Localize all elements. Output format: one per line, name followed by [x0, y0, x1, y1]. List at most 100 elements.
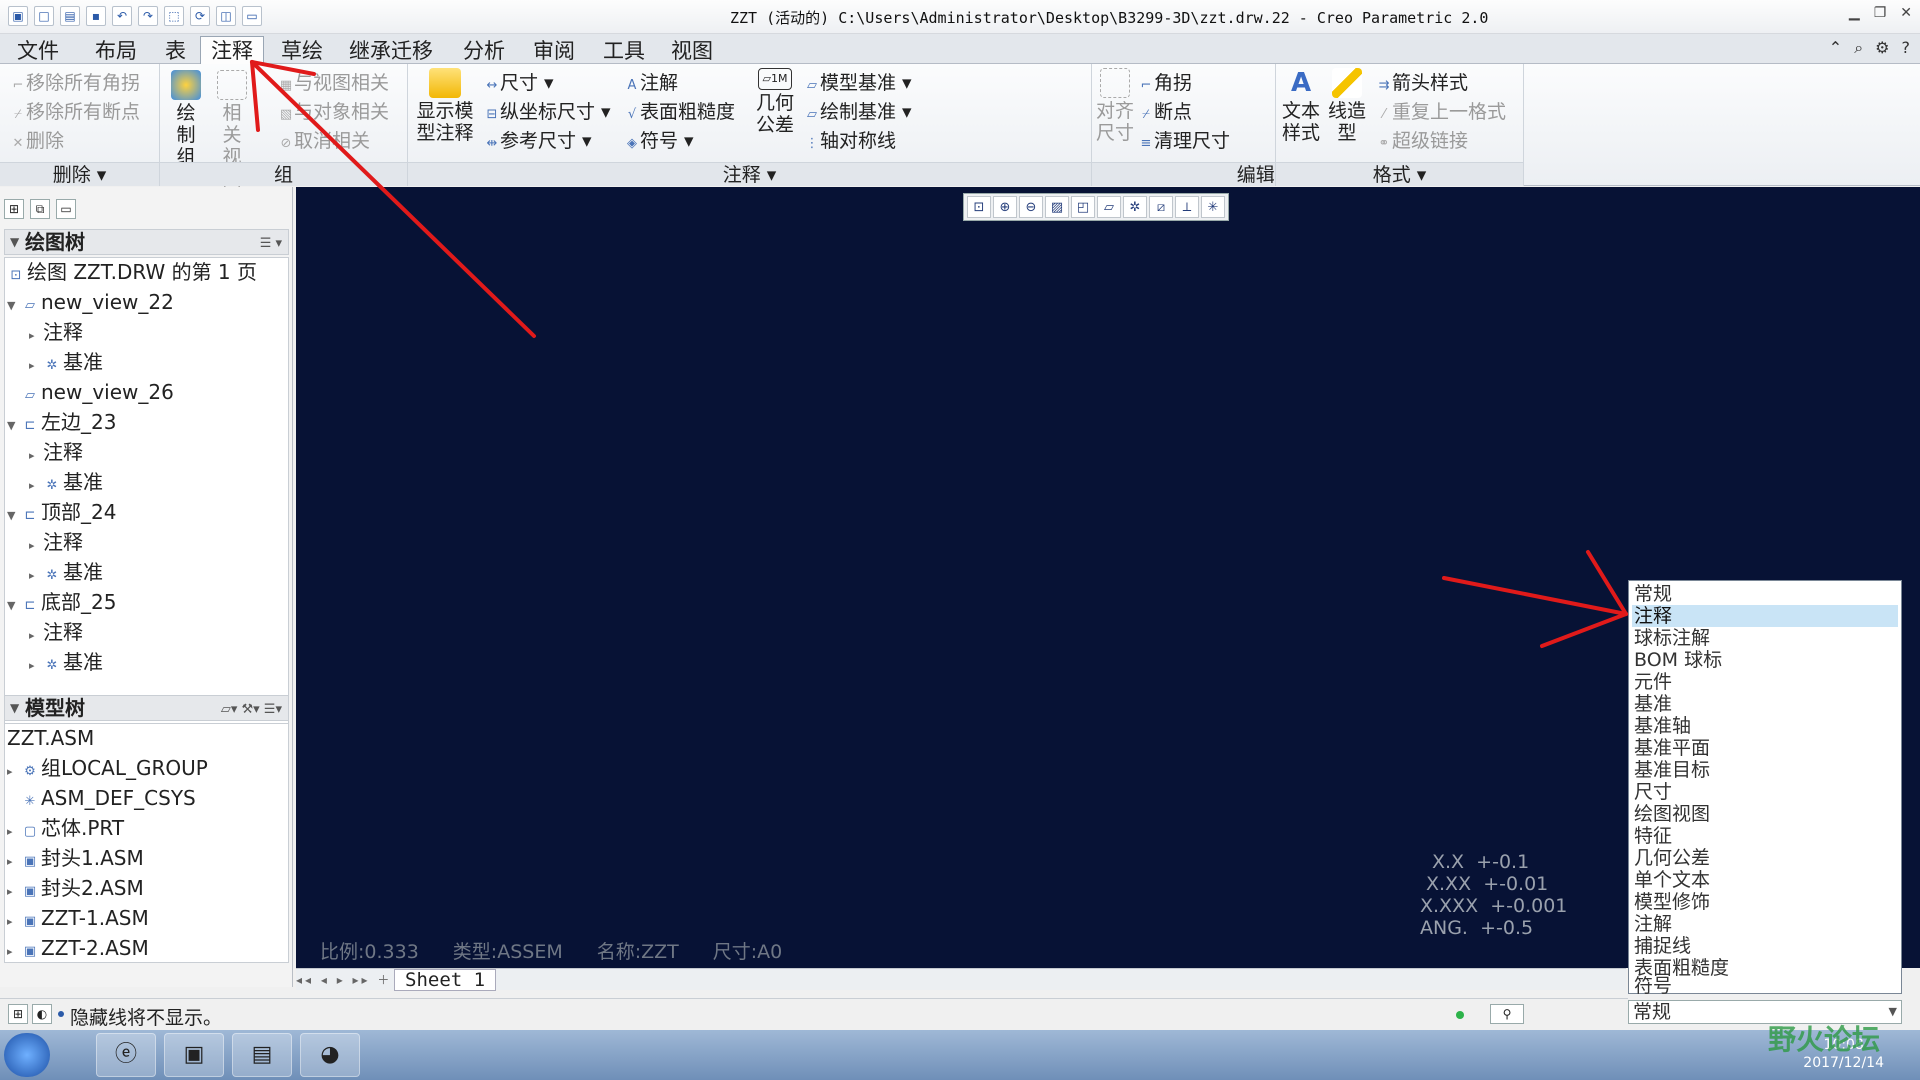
filter-option[interactable]: 基准轴	[1632, 715, 1898, 737]
group-title-delete[interactable]: 删除 ▾	[0, 162, 159, 186]
settings-icon[interactable]: ⚙	[1875, 38, 1889, 58]
tree-item[interactable]: ▸ ✲ 基准	[29, 468, 103, 497]
tree-item[interactable]: ⊡ 绘图 ZZT.DRW 的第 1 页	[7, 258, 257, 287]
model-tree-tools-icon[interactable]: ▱▾ ⚒▾ ☰▾	[221, 698, 282, 722]
layers-tab-icon[interactable]: ⧉	[30, 199, 50, 219]
filter-option[interactable]: 元件	[1632, 671, 1898, 693]
tree-item[interactable]: ▼ ⊏ 左边_23	[7, 408, 116, 437]
tree-item[interactable]: ▸ 注释	[29, 438, 83, 467]
axis-display-icon[interactable]: ⟂	[1175, 196, 1199, 218]
csys-display-icon[interactable]: ✳	[1201, 196, 1225, 218]
show-model-annotations-button[interactable]: 显示模型注释	[416, 68, 474, 144]
filter-option[interactable]: 模型修饰	[1632, 891, 1898, 913]
tree-item[interactable]: ▸ ▣ 封头2.ASM	[7, 874, 144, 903]
tree-item[interactable]: ▼ ⊏ 顶部_24	[7, 498, 116, 527]
tab-tools[interactable]: 工具	[592, 36, 656, 64]
display-style-icon[interactable]: ◰	[1071, 196, 1095, 218]
tree-item[interactable]: ▸ 注释	[29, 318, 83, 347]
datum-display-icon[interactable]: ✲	[1123, 196, 1147, 218]
group-title-format[interactable]: 格式 ▾	[1276, 162, 1523, 186]
tree-item[interactable]: ZZT.ASM	[7, 724, 94, 753]
tab-table[interactable]: 表	[154, 36, 197, 64]
remove-all-breaks-button[interactable]: ⌿ 移除所有断点	[10, 97, 140, 124]
filter-option[interactable]: 尺寸	[1632, 781, 1898, 803]
tree-item[interactable]: ▸ ⚙ 组LOCAL_GROUP	[7, 754, 208, 783]
creo-app-icon[interactable]: ▣	[164, 1033, 224, 1077]
filter-option[interactable]: 基准平面	[1632, 737, 1898, 759]
find-icon[interactable]: ⚲	[1490, 1004, 1524, 1024]
restore-icon[interactable]: ❐	[1874, 5, 1887, 21]
hyperlink-button[interactable]: ⚭ 超级链接	[1376, 126, 1468, 153]
tree-item[interactable]: ▸ ✲ 基准	[29, 558, 103, 587]
model-datum-button[interactable]: ▱ 模型基准 ▾	[804, 68, 912, 95]
line-style-button[interactable]: 线造型	[1326, 68, 1368, 144]
wechat-icon[interactable]: ◕	[300, 1033, 360, 1077]
tree-item[interactable]: ▸ ▣ ZZT-2.ASM	[7, 934, 149, 962]
filter-option[interactable]: 单个文本	[1632, 869, 1898, 891]
relate-to-object-button[interactable]: ▧与对象相关	[278, 97, 389, 124]
new-file-icon[interactable]: □	[34, 6, 54, 26]
axis-symmetry-button[interactable]: ⋮轴对称线	[804, 126, 897, 153]
filter-option[interactable]: 常规	[1632, 583, 1898, 605]
tree-item[interactable]: ▸ ▢ 芯体.PRT	[7, 814, 124, 843]
repeat-last-format-button[interactable]: ⁄ 重复上一格式	[1376, 97, 1506, 124]
folder-tab-icon[interactable]: ▭	[56, 199, 76, 219]
navigator-toggle-icon[interactable]: ⊞	[8, 1004, 28, 1024]
filter-option[interactable]: 基准目标	[1632, 759, 1898, 781]
reference-dimension-button[interactable]: ⇹ 参考尺寸 ▾	[484, 126, 592, 153]
filter-option[interactable]: 基准	[1632, 693, 1898, 715]
windows-icon[interactable]: ◫	[216, 6, 236, 26]
tree-item[interactable]: ▱ new_view_26	[7, 378, 174, 407]
ordinate-dimension-button[interactable]: ⊟ 纵坐标尺寸 ▾	[484, 97, 611, 124]
draw-group-button[interactable]: 绘制组	[168, 70, 204, 168]
sheet-navigation[interactable]: ◂◂ ◂ ▸ ▸▸ ＋	[296, 971, 392, 988]
refit-icon[interactable]: ⊡	[967, 196, 991, 218]
tab-layout[interactable]: 布局	[84, 36, 148, 64]
tree-settings-icon[interactable]: ☰ ▾	[260, 232, 282, 256]
browser-toggle-icon[interactable]: ◐	[32, 1004, 52, 1024]
arrow-style-button[interactable]: ⇉ 箭头样式	[1376, 68, 1468, 95]
tree-item[interactable]: ▼ ⊏ 底部_25	[7, 588, 116, 617]
close-icon[interactable]: ✕	[1900, 5, 1912, 21]
ie-browser-icon[interactable]: ⓔ	[96, 1033, 156, 1077]
tab-legacy-migration[interactable]: 继承迁移	[338, 36, 444, 64]
tree-item[interactable]: ▸ ▣ 封头1.ASM	[7, 844, 144, 873]
undo-icon[interactable]: ↶	[112, 6, 132, 26]
tab-review[interactable]: 审阅	[522, 36, 586, 64]
zoom-out-icon[interactable]: ⊖	[1019, 196, 1043, 218]
tree-item[interactable]: ▸ 注释	[29, 528, 83, 557]
filter-option[interactable]: BOM 球标	[1632, 649, 1898, 671]
save-icon[interactable]: ▪	[86, 6, 106, 26]
dimension-button[interactable]: ↔ 尺寸 ▾	[484, 68, 554, 95]
group-title-annotate[interactable]: 注释 ▾	[408, 162, 1091, 186]
start-button[interactable]	[4, 1033, 50, 1077]
tab-annotate[interactable]: 注释	[200, 36, 264, 64]
filter-option[interactable]: 特征	[1632, 825, 1898, 847]
filter-option[interactable]: 球标注解	[1632, 627, 1898, 649]
model-tree-tab-icon[interactable]: ⊞	[4, 199, 24, 219]
filter-option[interactable]: 绘图视图	[1632, 803, 1898, 825]
tree-item[interactable]: ▸ ▣ ZZT-1.ASM	[7, 904, 149, 933]
model-tree-header[interactable]: ▼ 模型树 ▱▾ ⚒▾ ☰▾	[4, 695, 289, 721]
delete-button[interactable]: ✕ 删除	[10, 126, 64, 153]
open-file-icon[interactable]: ▤	[60, 6, 80, 26]
layer-icon[interactable]: ▱	[1097, 196, 1121, 218]
surface-finish-button[interactable]: √ 表面粗糙度	[624, 97, 735, 124]
close-window-icon[interactable]: ▭	[242, 6, 262, 26]
text-style-button[interactable]: A 文本样式	[1280, 68, 1322, 144]
unrelate-button[interactable]: ⊘ 取消相关	[278, 126, 370, 153]
relate-to-view-button[interactable]: ▦与视图相关	[278, 68, 389, 95]
filter-option[interactable]: 注释	[1632, 605, 1898, 627]
filter-option[interactable]: 符号	[1632, 977, 1898, 996]
draft-datum-button[interactable]: ▱ 绘制基准 ▾	[804, 97, 912, 124]
tab-file[interactable]: 文件	[6, 36, 70, 64]
tab-sketch[interactable]: 草绘	[270, 36, 334, 64]
note-button[interactable]: A 注解	[624, 68, 678, 95]
minimize-icon[interactable]: ▁	[1849, 5, 1860, 21]
tree-item[interactable]: ▼ ▱ new_view_22	[7, 288, 174, 317]
tree-item[interactable]: ▸ 注释	[29, 618, 83, 647]
geometric-tolerance-button[interactable]: ▱1M 几何公差	[754, 68, 796, 136]
plane-display-icon[interactable]: ⧄	[1149, 196, 1173, 218]
tab-analysis[interactable]: 分析	[452, 36, 516, 64]
tree-item[interactable]: ✳ ASM_DEF_CSYS	[7, 784, 196, 813]
